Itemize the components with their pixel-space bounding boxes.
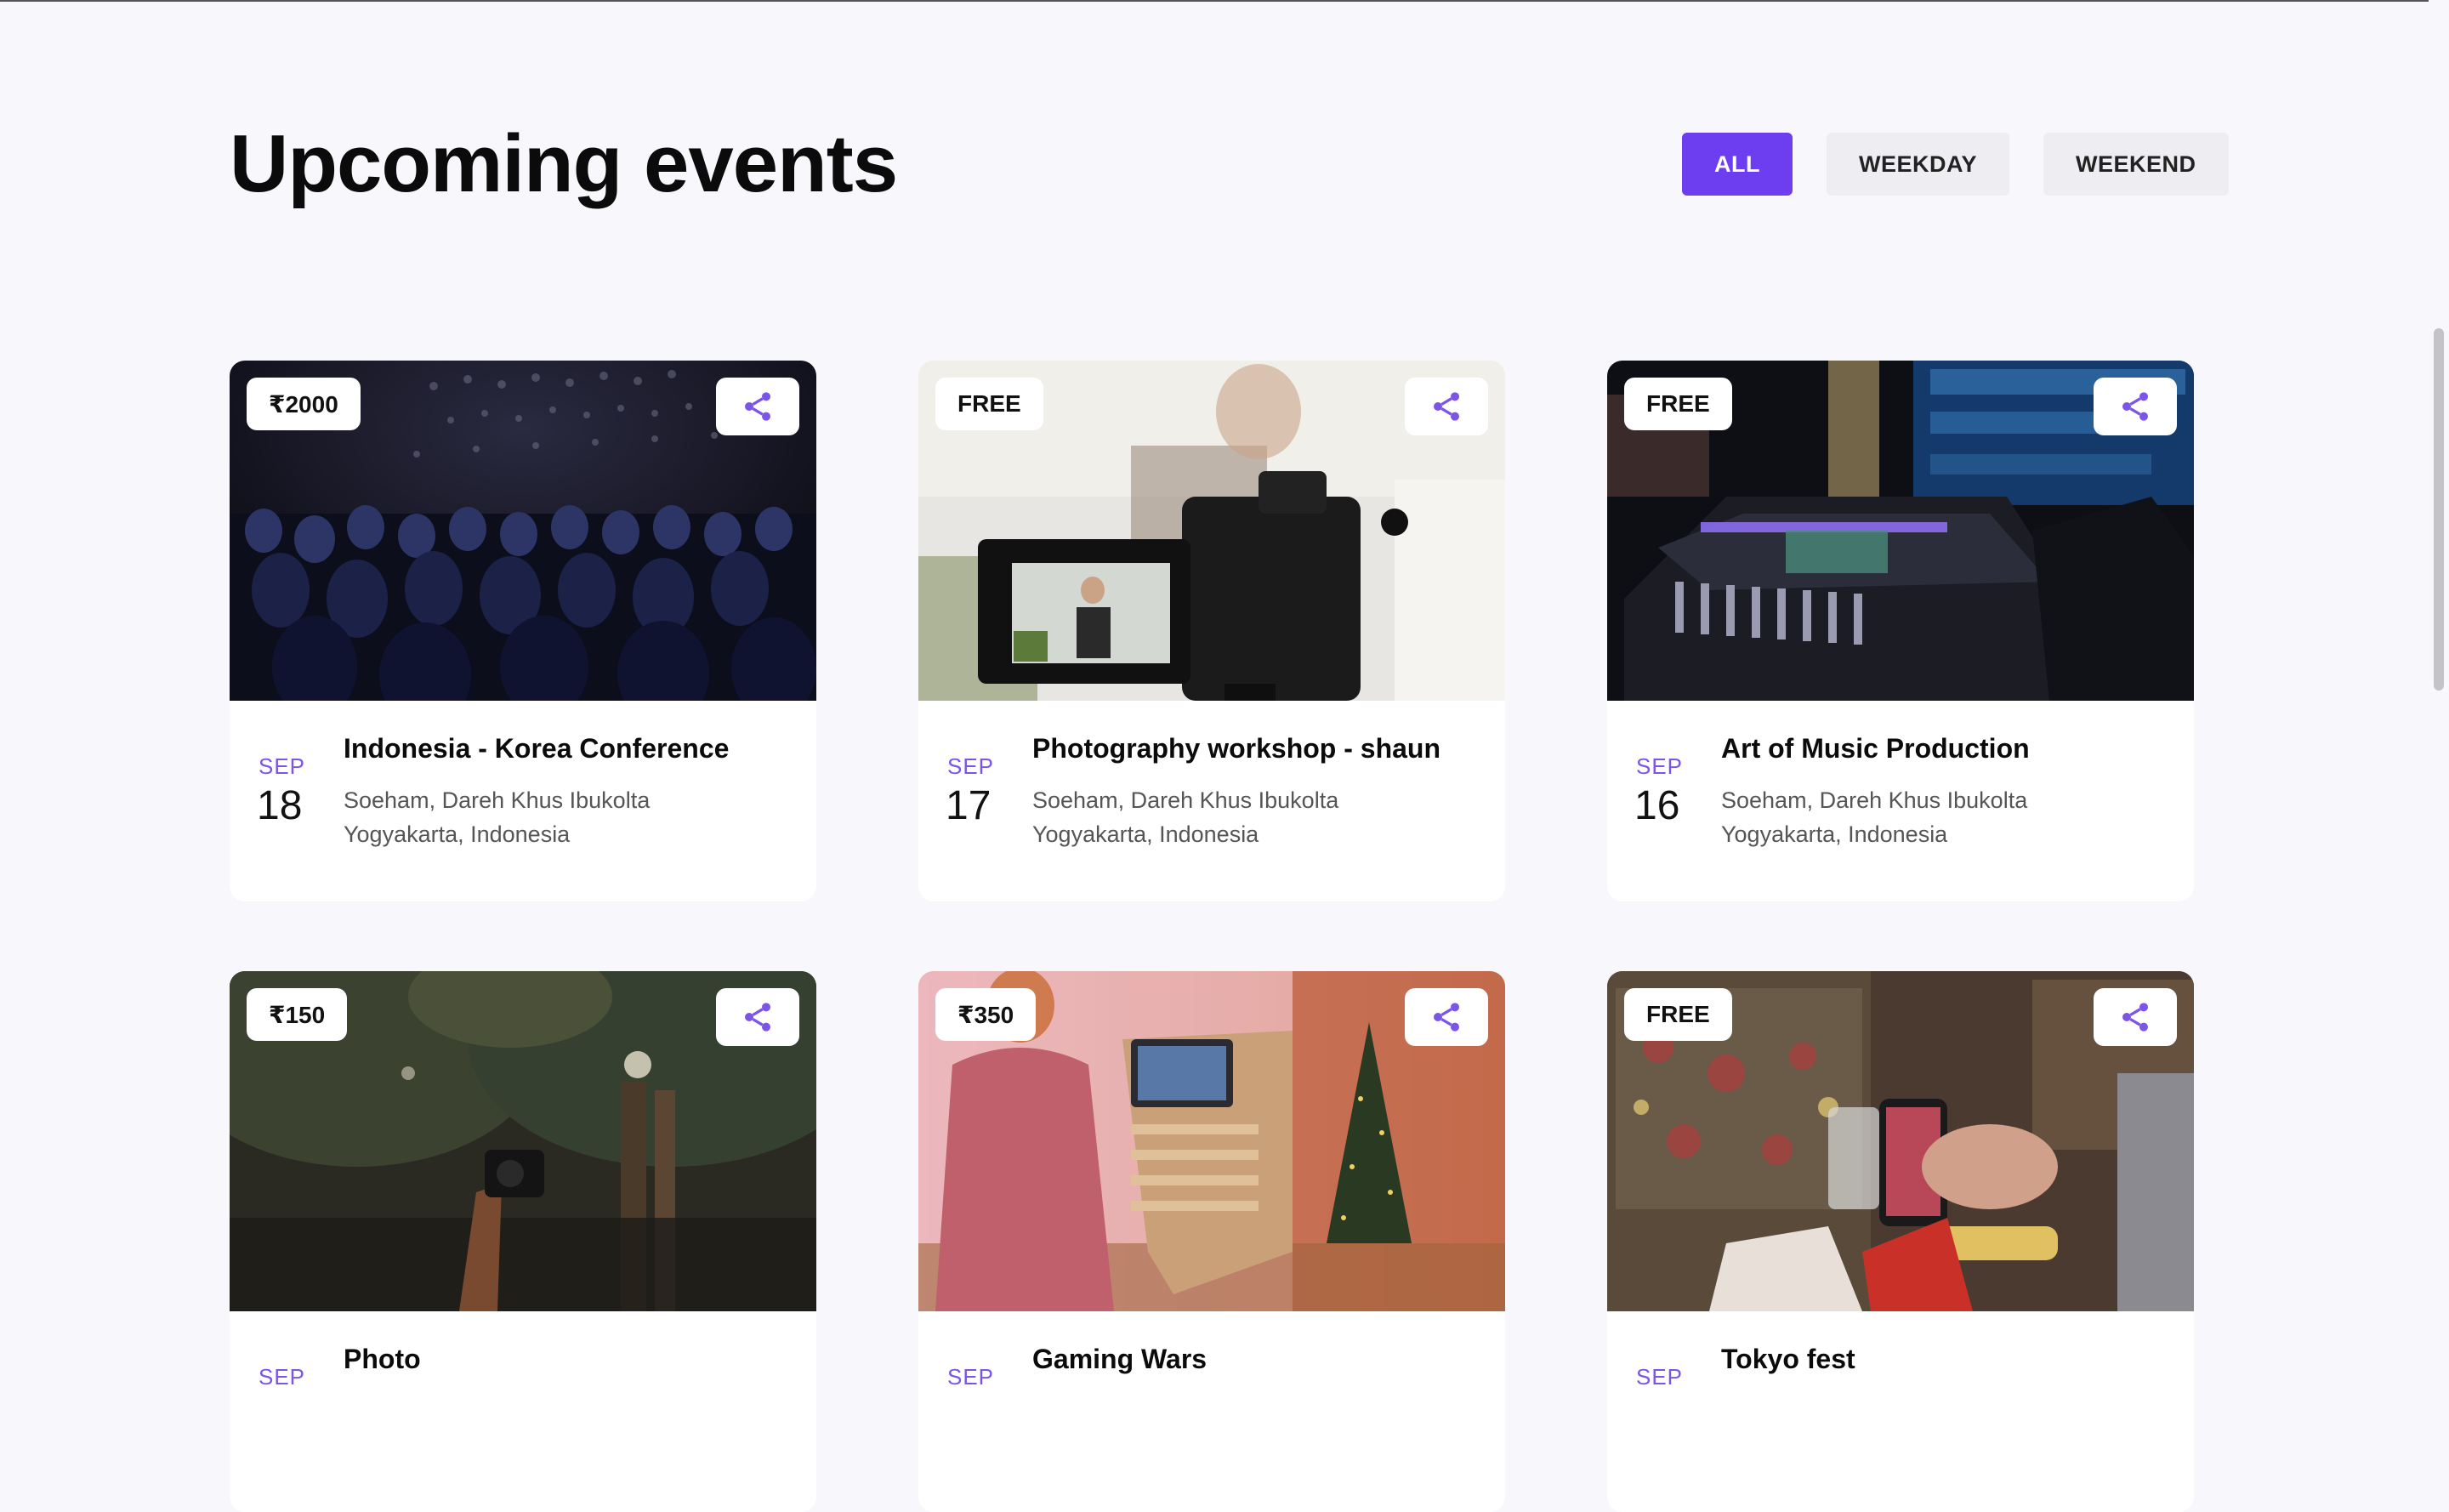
event-card[interactable]: ₹2000 SEP 18 Indonesia - Korea Conferenc…	[230, 361, 816, 901]
filter-weekend-button[interactable]: WEEKEND	[2043, 133, 2229, 196]
share-icon	[1434, 1003, 1459, 1032]
scrollbar[interactable]	[2429, 0, 2449, 1398]
price-badge: FREE	[1624, 378, 1732, 430]
share-icon	[2122, 1003, 2148, 1032]
event-day: 17	[946, 783, 992, 828]
event-address-line2: Yogyakarta, Indonesia	[1032, 821, 1259, 847]
events-page: Upcoming events ALL WEEKDAY WEEKEND ₹200…	[0, 0, 2449, 1512]
share-button[interactable]	[1405, 988, 1488, 1046]
share-button[interactable]	[2094, 988, 2177, 1046]
share-icon	[2122, 392, 2148, 421]
event-info: SEP Photo	[230, 1311, 816, 1512]
event-title[interactable]: Indonesia - Korea Conference	[344, 733, 729, 765]
event-info: SEP Tokyo fest	[1607, 1311, 2194, 1512]
share-icon	[745, 1003, 770, 1032]
event-title[interactable]: Tokyo fest	[1721, 1344, 1855, 1375]
share-button[interactable]	[2094, 378, 2177, 435]
event-title[interactable]: Photo	[344, 1344, 421, 1375]
share-button[interactable]	[716, 988, 799, 1046]
event-address-line2: Yogyakarta, Indonesia	[344, 821, 571, 847]
event-day: 16	[1634, 783, 1680, 828]
event-card[interactable]: ₹150 SEP Photo	[230, 971, 816, 1512]
page-title: Upcoming events	[230, 118, 898, 209]
filter-group: ALL WEEKDAY WEEKEND	[1682, 133, 2229, 196]
event-address-line2: Yogyakarta, Indonesia	[1721, 821, 1948, 847]
event-address-line1: Soeham, Dareh Khus Ibukolta	[344, 787, 651, 813]
filter-weekday-button[interactable]: WEEKDAY	[1826, 133, 2010, 196]
event-month: SEP	[259, 1364, 306, 1390]
event-info: SEP 17 Photography workshop - shaun Soeh…	[918, 701, 1505, 901]
share-button[interactable]	[716, 378, 799, 435]
event-title[interactable]: Art of Music Production	[1721, 733, 2030, 765]
event-card[interactable]: FREE SEP 17 Photography workshop - shaun…	[918, 361, 1505, 901]
event-day: 18	[257, 783, 303, 828]
price-badge: ₹2000	[247, 378, 361, 430]
event-card[interactable]: FREE SEP Tokyo fest	[1607, 971, 2194, 1512]
event-month: SEP	[947, 753, 995, 779]
event-address-line1: Soeham, Dareh Khus Ibukolta	[1721, 787, 2028, 813]
event-address-line1: Soeham, Dareh Khus Ibukolta	[1032, 787, 1339, 813]
event-title[interactable]: Gaming Wars	[1032, 1344, 1207, 1375]
event-month: SEP	[947, 1364, 995, 1390]
price-badge: ₹350	[935, 988, 1037, 1041]
event-month: SEP	[259, 753, 306, 779]
event-info: SEP 16 Art of Music Production Soeham, D…	[1607, 701, 2194, 901]
event-card[interactable]: ₹350 SEP Gaming Wars	[918, 971, 1505, 1512]
event-month: SEP	[1636, 1364, 1684, 1390]
share-icon	[1434, 392, 1459, 421]
share-button[interactable]	[1405, 378, 1488, 435]
price-badge: ₹150	[247, 988, 348, 1041]
filter-all-button[interactable]: ALL	[1682, 133, 1793, 196]
event-info: SEP Gaming Wars	[918, 1311, 1505, 1512]
event-title[interactable]: Photography workshop - shaun	[1032, 733, 1440, 765]
event-month: SEP	[1636, 753, 1684, 779]
price-badge: FREE	[1624, 988, 1732, 1041]
event-info: SEP 18 Indonesia - Korea Conference Soeh…	[230, 701, 816, 901]
scrollbar-thumb[interactable]	[2434, 328, 2444, 691]
event-card[interactable]: FREE SEP 16 Art of Music Production Soeh…	[1607, 361, 2194, 901]
price-badge: FREE	[935, 378, 1043, 430]
share-icon	[745, 392, 770, 421]
